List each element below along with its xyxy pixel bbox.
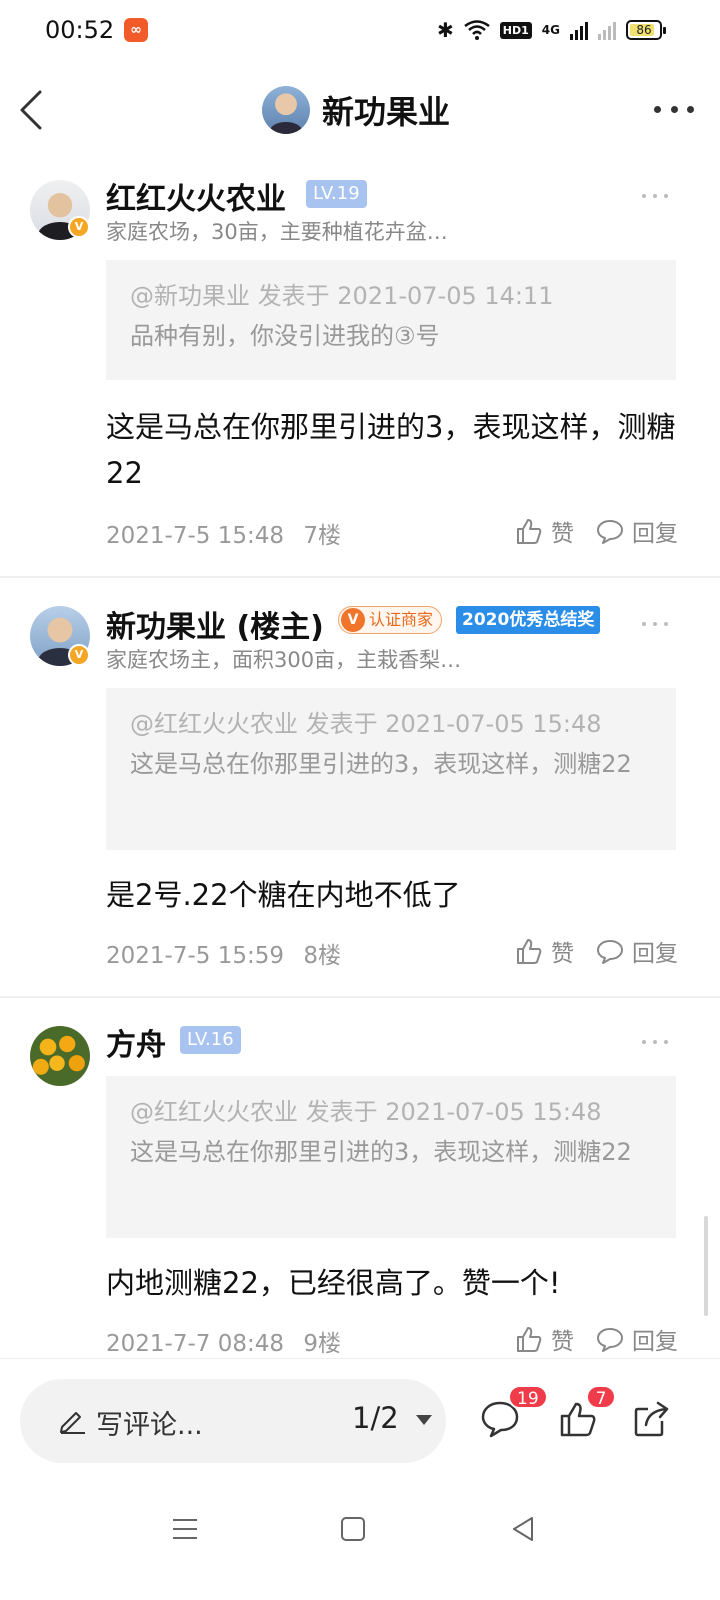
award-badge: 2020优秀总结奖 <box>456 606 601 634</box>
page-dropdown-icon[interactable] <box>416 1415 432 1425</box>
comment-actions: 赞 回复 <box>515 514 678 548</box>
username[interactable]: 红红火火农业 <box>106 174 286 218</box>
quote-body: 品种有别，你没引进我的③号 <box>130 322 440 350</box>
page-title: 新功果业 <box>322 93 451 131</box>
thumbs-up-icon <box>517 939 542 964</box>
comment-placeholder: 写评论... <box>96 1410 203 1441</box>
signal-2-icon <box>598 20 616 40</box>
user-description: 家庭农场，30亩，主要种植花卉盆… <box>106 220 448 244</box>
comment-content: 是2号.22个糖在内地不低了 <box>106 878 461 912</box>
hd-icon: HD1 <box>499 21 532 39</box>
level-badge: LV.19 <box>306 180 367 208</box>
like-button[interactable]: 赞 <box>515 514 574 548</box>
comment-content: 内地测糖22，已经很高了。赞一个! <box>106 1266 561 1300</box>
verified-icon: V <box>68 216 90 238</box>
comment-meta: 2021-7-7 08:48 9楼 <box>106 1324 341 1358</box>
like-label: 赞 <box>551 521 574 547</box>
post-more-icon[interactable] <box>642 1040 668 1044</box>
comment-count-badge: 19 <box>508 1385 548 1409</box>
status-time: 00:52 <box>45 16 115 44</box>
battery-level: 86 <box>636 23 652 37</box>
reply-label: 回复 <box>632 1329 678 1355</box>
back-icon[interactable] <box>18 88 58 132</box>
comment-post-floor-7: V 红红火火农业 LV.19 家庭农场，30亩，主要种植花卉盆… @新功果业 发… <box>0 160 720 578</box>
quote-header: @红红火火农业 发表于 2021-07-05 15:48 <box>130 1098 602 1126</box>
comment-post-floor-9: 方舟 LV.16 @红红火火农业 发表于 2021-07-05 15:48 这是… <box>0 1006 720 1358</box>
comment-post-floor-8: V 新功果业 (楼主) V 认证商家 2020优秀总结奖 家庭农场主，面积300… <box>0 586 720 998</box>
like-button[interactable]: 赞 <box>515 934 574 968</box>
comment-date: 2021-7-7 08:48 <box>106 1331 284 1357</box>
reply-bubble-icon <box>597 1328 623 1352</box>
verified-icon: V <box>68 644 90 666</box>
comment-meta: 2021-7-5 15:48 7楼 <box>106 516 341 550</box>
network-type: 4G <box>541 23 560 37</box>
quote-body: 这是马总在你那里引进的3，表现这样，测糖22 <box>130 1138 632 1166</box>
comment-meta: 2021-7-5 15:59 8楼 <box>106 936 341 970</box>
post-divider <box>0 576 720 578</box>
wifi-icon <box>464 20 490 40</box>
certified-merchant-badge: V 认证商家 <box>338 606 443 634</box>
quote-header: @新功果业 发表于 2021-07-05 14:11 <box>130 282 554 310</box>
quoted-comment[interactable]: @红红火火农业 发表于 2021-07-05 15:48 这是马总在你那里引进的… <box>106 1076 676 1238</box>
status-bar: 00:52 ∞ ✱ HD1 4G 86 <box>0 0 720 64</box>
header-user[interactable]: 新功果业 <box>262 86 450 134</box>
cert-label: 认证商家 <box>369 610 434 629</box>
reply-button[interactable]: 回复 <box>596 934 678 968</box>
comment-date: 2021-7-5 15:59 <box>106 943 284 969</box>
pencil-icon <box>60 1412 85 1434</box>
comment-actions: 赞 回复 <box>515 934 678 968</box>
post-more-icon[interactable] <box>642 194 668 198</box>
top-nav: 新功果业 <box>0 70 720 150</box>
user-avatar[interactable] <box>30 1026 90 1086</box>
comment-floor: 7楼 <box>303 523 341 549</box>
page-indicator[interactable]: 1/2 <box>352 1401 399 1435</box>
bluetooth-icon: ✱ <box>437 18 454 42</box>
app-notification-icon: ∞ <box>124 18 148 42</box>
comment-floor: 9楼 <box>303 1331 341 1357</box>
post-more-icon[interactable] <box>642 622 668 626</box>
signal-icon <box>570 20 588 40</box>
home-icon[interactable] <box>338 1514 368 1544</box>
quoted-comment[interactable]: @新功果业 发表于 2021-07-05 14:11 品种有别，你没引进我的③号 <box>106 260 676 380</box>
reply-bubble-icon <box>597 940 623 964</box>
reply-label: 回复 <box>632 521 678 547</box>
like-button[interactable]: 赞 <box>515 1322 574 1356</box>
header-avatar[interactable] <box>262 86 310 134</box>
post-divider <box>0 996 720 998</box>
quoted-comment[interactable]: @红红火火农业 发表于 2021-07-05 15:48 这是马总在你那里引进的… <box>106 688 676 850</box>
user-description: 家庭农场主，面积300亩，主栽香梨… <box>106 648 462 672</box>
status-icons: ✱ HD1 4G 86 <box>437 18 666 42</box>
like-label: 赞 <box>551 1329 574 1355</box>
level-badge: LV.16 <box>180 1026 241 1054</box>
comment-date: 2021-7-5 15:48 <box>106 523 284 549</box>
quote-body: 这是马总在你那里引进的3，表现这样，测糖22 <box>130 750 632 778</box>
username[interactable]: 新功果业 (楼主) <box>106 602 324 646</box>
thumbs-up-icon <box>517 519 542 544</box>
quote-header: @红红火火农业 发表于 2021-07-05 15:48 <box>130 710 602 738</box>
comment-floor: 8楼 <box>303 943 341 969</box>
bottom-action-bar: 写评论... 1/2 19 7 <box>0 1358 720 1478</box>
write-comment-input[interactable]: 写评论... 1/2 <box>20 1379 446 1463</box>
username[interactable]: 方舟 <box>106 1020 166 1064</box>
reply-bubble-icon <box>597 520 623 544</box>
reply-button[interactable]: 回复 <box>596 514 678 548</box>
share-icon[interactable] <box>632 1399 672 1439</box>
cert-v-icon: V <box>341 608 365 632</box>
comment-content: 这是马总在你那里引进的3，表现这样，测糖22 <box>106 410 676 490</box>
thumbs-up-icon <box>517 1327 542 1352</box>
reply-button[interactable]: 回复 <box>596 1322 678 1356</box>
like-count-badge: 7 <box>586 1385 616 1409</box>
reply-label: 回复 <box>632 941 678 967</box>
scrollbar[interactable] <box>704 1216 708 1316</box>
like-label: 赞 <box>551 941 574 967</box>
menu-icon[interactable] <box>170 1514 200 1544</box>
battery-icon: 86 <box>626 20 666 40</box>
nav-back-icon[interactable] <box>508 1514 538 1544</box>
more-options-icon[interactable] <box>654 94 694 124</box>
comment-actions: 赞 回复 <box>515 1322 678 1356</box>
system-navigation-bar <box>0 1478 720 1600</box>
